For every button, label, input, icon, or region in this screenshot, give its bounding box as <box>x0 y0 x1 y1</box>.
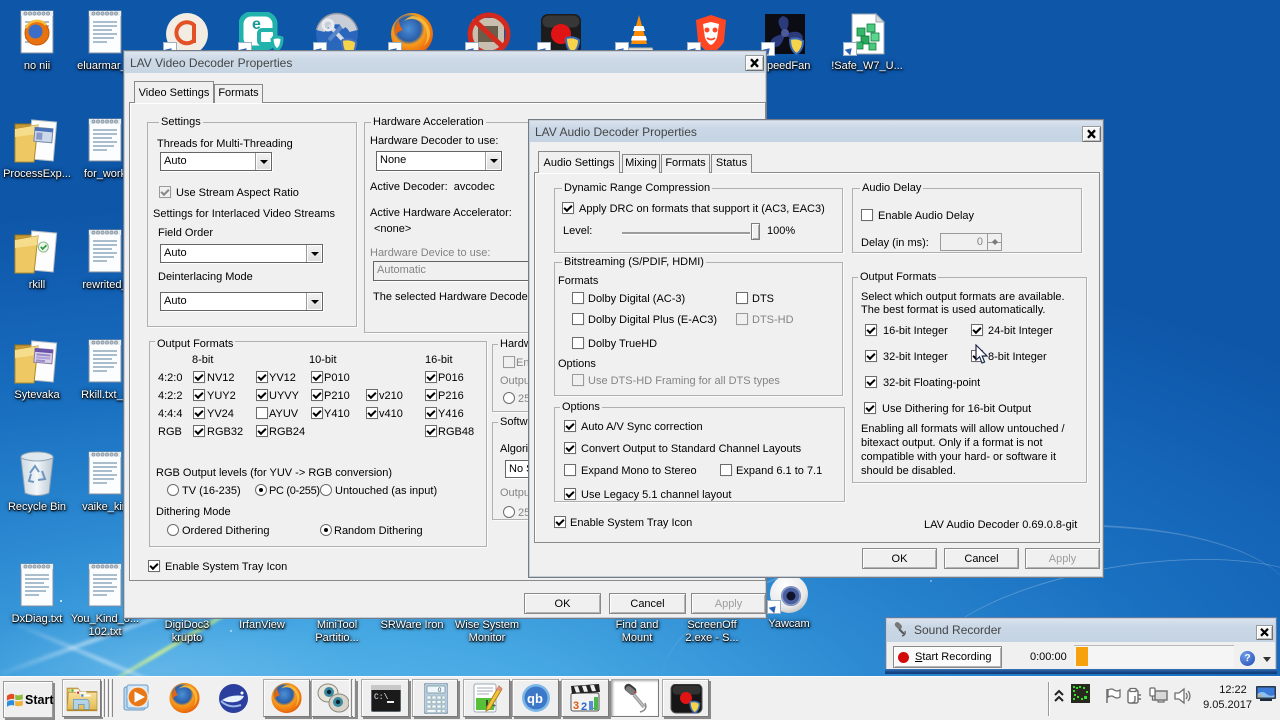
svg-text:C:\: C:\ <box>374 693 389 702</box>
svg-text:qb: qb <box>527 691 543 706</box>
svg-text:3: 3 <box>573 700 579 712</box>
svg-text:2: 2 <box>581 701 587 713</box>
